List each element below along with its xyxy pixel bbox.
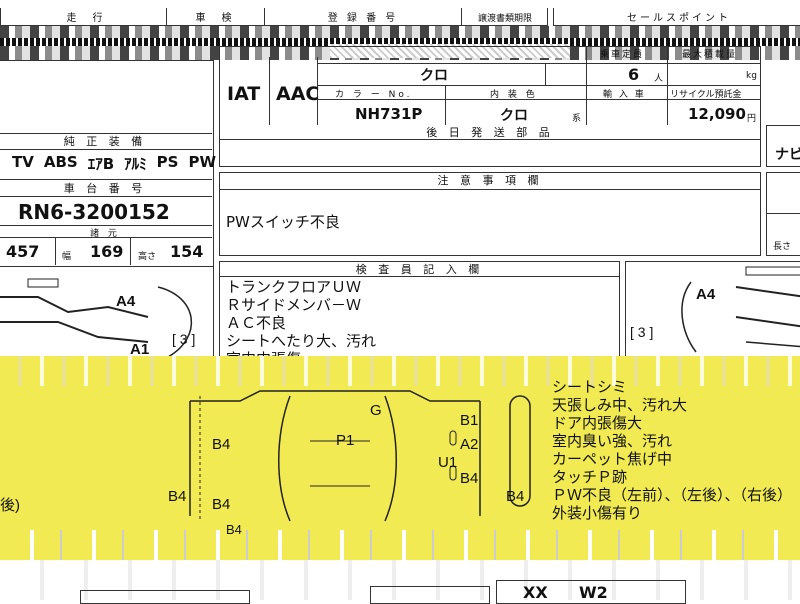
yellow-note-line: 室内臭い強、汚れ [552, 432, 673, 450]
spec-interior-suffix: 系 [572, 114, 582, 124]
spec-table: IAT AAC クロ 乗車定員 6 人 最大積載量 kg カ ラ ー No. 内… [219, 46, 761, 127]
later-parts-box: 後 日 発 送 部 品 [219, 125, 761, 167]
spec-aircon: AAC [276, 83, 320, 105]
right-diag-grade: [ 3 ] [630, 324, 654, 340]
header-transfer-deadline: 譲渡書類期限 [477, 14, 532, 24]
notes-text: PWスイッチ不良 [226, 213, 340, 231]
top-header-row: 走 行 車 検 登 録 番 号 譲渡書類期限 [0, 8, 548, 26]
header-sales-point: セールスポイント [553, 8, 800, 26]
equipment-list: TV ABS ｴｱB ｱﾙﾐ PS PW [12, 153, 216, 174]
spec-capacity: 6 [628, 65, 640, 84]
dim-length: 457 [6, 242, 40, 261]
inspector-line: トランクフロアＵＷ [226, 278, 362, 296]
yellow-note-line: 天張しみ中、汚れ大 [552, 396, 688, 414]
inspector-box: 検 査 員 記 入 欄 トランクフロアＵＷ Ｒサイドメンバ－Ｗ ＡＣ不良 シート… [219, 261, 620, 368]
mark-g: G [370, 402, 382, 419]
yellow-note-line: カーペット焦げ中 [552, 450, 673, 468]
bottom-mid-box [370, 586, 490, 604]
yellow-note-line: ドア内張傷大 [552, 414, 643, 432]
inspector-lines: トランクフロアＵＷ Ｒサイドメンバ－Ｗ ＡＣ不良 シートへたり大、汚れ 室内内張… [226, 278, 376, 368]
inspector-header: 検 査 員 記 入 欄 [220, 262, 619, 277]
mark-b4: B4 [212, 436, 231, 453]
spec-capacity-hdr: 乗車定員 [600, 50, 645, 60]
left-diag-a4: A4 [116, 293, 136, 310]
yellow-note-line: タッチＰ跡 [552, 468, 628, 486]
bottom-grade-2: W2 [579, 583, 608, 602]
inspector-line: ＡＣ不良 [226, 314, 287, 332]
equipment-header: 純 正 装 備 [0, 134, 212, 150]
chassis-header: 車 台 番 号 [0, 181, 212, 197]
notes-box: 注 意 事 項 欄 PWスイッチ不良 [219, 172, 761, 256]
mark-a2: A2 [460, 436, 479, 453]
equip-tv: TV [12, 153, 34, 171]
equip-ps: PS [156, 153, 179, 171]
right-length-label: 長さ [773, 242, 792, 252]
left-diagram: A4 A1 [ 3 ] [0, 266, 214, 366]
dim-height-label: 高さ [138, 252, 157, 262]
spec-transmission: IAT [227, 83, 261, 105]
mark-b4: B4 [460, 470, 479, 487]
equip-abs: ABS [43, 153, 78, 171]
inspector-line: シートへたり大、汚れ [226, 332, 377, 350]
car-diagram-left [0, 267, 212, 365]
equip-airbag: ｴｱB [87, 155, 115, 173]
right-panel-top: ナビ [766, 125, 800, 167]
spec-color-name: クロ [420, 68, 448, 84]
mark-b1: B1 [460, 412, 479, 429]
mark-p1: P1 [336, 432, 355, 449]
yellow-note-line: 外装小傷有り [552, 504, 643, 522]
chassis-number: RN6-3200152 [18, 200, 170, 224]
header-mileage: 走 行 [66, 13, 106, 24]
bottom-left-box [80, 590, 250, 604]
right-diagram: A4 [ 3 ] [625, 261, 800, 361]
header-registration: 登 録 番 号 [327, 13, 399, 24]
mark-u1: U1 [438, 454, 458, 471]
car-diagram-yellow [180, 386, 540, 536]
bottom-grade-box: XX W2 [496, 580, 686, 604]
dim-height: 154 [170, 242, 204, 261]
yellow-notes: シートシミ 天張しみ中、汚れ大 ドア内張傷大 室内臭い強、汚れ カーペット焦げ中… [552, 378, 792, 522]
right-diag-a4: A4 [696, 286, 716, 303]
right-navi: ナビ [775, 147, 800, 163]
spec-color-no: NH731P [355, 105, 423, 123]
left-fragment: 後) [0, 497, 20, 514]
yellow-note-line: ＰＷ不良（左前）、（左後）、（右後） [552, 486, 793, 504]
spec-weight-unit: kg [746, 71, 757, 81]
left-diag-grade: [ 3 ] [172, 331, 196, 347]
yellow-note-line: シートシミ [552, 378, 628, 396]
inspector-line: Ｒサイドメンバ－Ｗ [226, 296, 362, 314]
notes-header: 注 意 事 項 欄 [220, 173, 760, 190]
equip-pw: PW [188, 153, 216, 171]
dim-width-label: 幅 [62, 252, 72, 262]
mark-b4: B4 [168, 488, 187, 505]
spec-recycle: 12,090 [688, 105, 746, 123]
header-inspection: 車 検 [195, 13, 235, 24]
later-parts-header: 後 日 発 送 部 品 [220, 125, 760, 140]
bottom-grade-1: XX [523, 583, 548, 602]
right-panel-mid: 長さ [766, 172, 800, 256]
dim-width: 169 [90, 242, 124, 261]
car-diagram-right [626, 262, 800, 362]
spec-recycle-unit: 円 [747, 114, 757, 124]
mark-b4: B4 [212, 496, 231, 513]
mark-b4: B4 [226, 522, 242, 537]
spec-capacity-unit: 人 [654, 74, 664, 84]
spec-weight-hdr: 最大積載量 [682, 50, 738, 60]
mark-b4: B4 [506, 488, 525, 505]
equip-alloy: ｱﾙﾐ [124, 155, 147, 173]
spec-interior: クロ [500, 108, 528, 124]
